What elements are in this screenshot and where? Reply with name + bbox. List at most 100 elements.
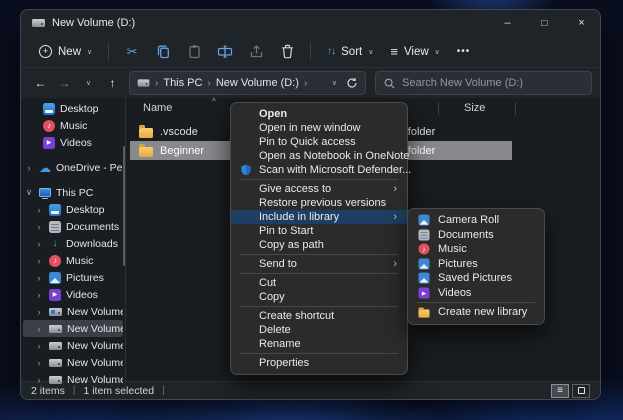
address-dropdown-icon[interactable]: ∨	[332, 79, 337, 87]
sidebar-item-new-volume-e[interactable]: › New Volume (E:)	[23, 337, 123, 354]
sidebar-item-this-pc[interactable]: ∨ This PC	[23, 184, 123, 201]
expand-chevron-icon[interactable]: ›	[35, 273, 43, 283]
submenu-item-documents[interactable]: Documents	[408, 228, 544, 243]
submenu-item-create-new-library[interactable]: Create new library	[408, 305, 544, 320]
close-button[interactable]: ×	[563, 10, 600, 36]
chevron-down-icon: ∨	[435, 48, 440, 56]
toolbar-divider	[310, 43, 311, 60]
share-button[interactable]	[241, 39, 271, 65]
menu-item-scan-with-defender[interactable]: Scan with Microsoft Defender...	[231, 163, 407, 177]
expand-chevron-icon[interactable]: ›	[35, 307, 43, 317]
close-icon: ×	[578, 17, 584, 29]
expand-chevron-icon[interactable]: ›	[35, 341, 43, 351]
sidebar-item-new-volume-g[interactable]: › New Volume (G:)	[23, 371, 123, 388]
collapse-chevron-icon[interactable]: ∨	[25, 187, 33, 198]
sidebar-item-downloads[interactable]: › ↓ Downloads	[23, 235, 123, 252]
copy-button[interactable]	[148, 39, 178, 65]
forward-button[interactable]: →	[53, 72, 76, 95]
maximize-button[interactable]: □	[526, 10, 563, 36]
menu-separator	[240, 179, 398, 180]
sidebar-item-videos[interactable]: › ▶ Videos	[23, 286, 123, 303]
view-button[interactable]: ≡ View ∨	[382, 40, 447, 63]
sidebar-item-new-volume-c[interactable]: › New Volume (C:)	[23, 303, 123, 320]
minimize-button[interactable]: –	[489, 10, 526, 36]
defender-shield-icon	[240, 164, 252, 176]
refresh-icon[interactable]	[346, 77, 358, 89]
titlebar[interactable]: New Volume (D:) – □ ×	[21, 10, 600, 36]
expand-chevron-icon[interactable]: ›	[35, 205, 43, 215]
expand-chevron-icon[interactable]: ›	[35, 290, 43, 300]
column-divider[interactable]	[515, 102, 516, 115]
sort-button[interactable]: ↑↓ Sort ∨	[319, 42, 381, 62]
menu-item-open[interactable]: Open	[231, 107, 407, 121]
sidebar-item-onedrive[interactable]: › ☁ OneDrive - Person	[23, 159, 123, 176]
menu-item-open-in-new-window[interactable]: Open in new window	[231, 121, 407, 135]
folder-icon	[139, 147, 153, 157]
submenu-item-saved-pictures[interactable]: Saved Pictures	[408, 271, 544, 286]
expand-chevron-icon[interactable]: ›	[35, 222, 43, 232]
menu-item-create-shortcut[interactable]: Create shortcut	[231, 309, 407, 323]
name-column-header[interactable]: Name	[126, 102, 172, 114]
breadcrumb-location[interactable]: New Volume (D:)	[216, 77, 299, 89]
sidebar-item-music-pinned[interactable]: ♪ Music	[23, 117, 123, 134]
new-button[interactable]: + New ∨	[31, 41, 100, 62]
submenu-item-music[interactable]: ♪ Music	[408, 242, 544, 257]
breadcrumb-this-pc[interactable]: This PC	[163, 77, 202, 89]
sidebar-item-documents[interactable]: › Documents	[23, 218, 123, 235]
folder-icon	[139, 128, 153, 138]
sidebar-item-videos-pinned[interactable]: ▶ Videos	[23, 134, 123, 151]
cut-button[interactable]: ✂	[117, 39, 147, 65]
menu-item-pin-to-start[interactable]: Pin to Start	[231, 224, 407, 238]
menu-item-rename[interactable]: Rename	[231, 337, 407, 351]
submenu-item-camera-roll[interactable]: Camera Roll	[408, 213, 544, 228]
submenu-item-videos[interactable]: ▶ Videos	[408, 286, 544, 301]
menu-item-pin-to-quick-access[interactable]: Pin to Quick access	[231, 135, 407, 149]
up-button[interactable]: ↑	[101, 72, 124, 95]
breadcrumb[interactable]: › This PC › New Volume (D:) › ∨	[129, 71, 366, 95]
search-box[interactable]	[375, 71, 592, 95]
expand-chevron-icon[interactable]: ›	[35, 375, 43, 385]
submenu-item-pictures[interactable]: Pictures	[408, 257, 544, 272]
menu-item-copy[interactable]: Copy	[231, 290, 407, 304]
chevron-down-icon: ∨	[368, 48, 373, 56]
sidebar-item-desktop-pinned[interactable]: Desktop	[23, 100, 123, 117]
paste-button[interactable]	[179, 39, 209, 65]
back-button[interactable]: ←	[29, 72, 52, 95]
menu-item-properties[interactable]: Properties	[231, 356, 407, 370]
expand-chevron-icon[interactable]: ›	[35, 256, 43, 266]
more-icon: •••	[457, 46, 471, 57]
sidebar-item-new-volume-f[interactable]: › New Volume (F:)	[23, 354, 123, 371]
menu-item-include-in-library[interactable]: Include in library ›	[231, 210, 407, 224]
window-controls: – □ ×	[489, 10, 600, 36]
menu-item-cut[interactable]: Cut	[231, 276, 407, 290]
recent-locations-button[interactable]: ∨	[77, 72, 100, 95]
status-divider: |	[162, 385, 165, 396]
sidebar-item-new-volume-d[interactable]: › New Volume (D:)	[23, 320, 123, 337]
sidebar-item-pictures[interactable]: › Pictures	[23, 269, 123, 286]
expand-chevron-icon[interactable]: ›	[25, 163, 33, 173]
maximize-icon: □	[541, 18, 547, 29]
menu-item-copy-as-path[interactable]: Copy as path	[231, 238, 407, 252]
expand-chevron-icon[interactable]: ›	[35, 358, 43, 368]
delete-button[interactable]	[272, 39, 302, 65]
menu-item-open-as-notebook[interactable]: Open as Notebook in OneNote	[231, 149, 407, 163]
search-input[interactable]	[402, 77, 583, 89]
expand-chevron-icon[interactable]: ›	[35, 239, 43, 249]
menu-item-give-access-to[interactable]: Give access to ›	[231, 182, 407, 196]
menu-item-delete[interactable]: Delete	[231, 323, 407, 337]
sidebar-item-label: New Volume (D:)	[67, 323, 123, 335]
large-icons-view-button[interactable]	[572, 384, 590, 398]
details-view-button[interactable]: ≡	[551, 384, 569, 398]
sidebar-item-desktop[interactable]: › Desktop	[23, 201, 123, 218]
menu-item-restore-previous-versions[interactable]: Restore previous versions	[231, 196, 407, 210]
expand-chevron-icon[interactable]: ›	[35, 324, 43, 334]
rename-button[interactable]	[210, 39, 240, 65]
sidebar-item-music[interactable]: › ♪ Music	[23, 252, 123, 269]
menu-item-send-to[interactable]: Send to ›	[231, 257, 407, 271]
see-more-button[interactable]: •••	[449, 42, 479, 61]
chevron-down-icon: ∨	[87, 48, 92, 56]
column-divider[interactable]	[438, 102, 439, 115]
size-column-header[interactable]: Size	[464, 102, 485, 114]
up-icon: ↑	[110, 76, 116, 90]
documents-icon	[49, 221, 61, 233]
